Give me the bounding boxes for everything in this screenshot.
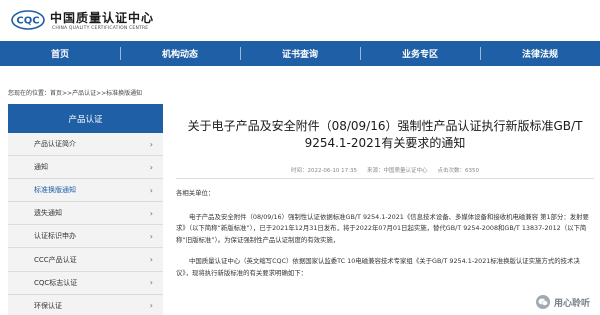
chevron-right-icon: › <box>149 255 153 265</box>
article-paragraph: 中国质量认证中心（英文缩写CQC）依据国家认监委TC 10电磁兼容技术专家组《关… <box>176 257 580 277</box>
sidebar-item-standard-update[interactable]: 标准换版通知 › <box>8 179 163 203</box>
sidebar-item-lost-notice[interactable]: 遗失通知 › <box>8 202 163 226</box>
article-source: 来源：中国质量认证中心 <box>367 168 428 174</box>
main-nav: 首页 机构动态 证书查询 业务专区 法律法规 <box>0 41 600 66</box>
breadcrumb-prefix: 您现在的位置： <box>8 90 51 97</box>
site-name-cn: 中国质量认证中心 <box>50 11 155 25</box>
chevron-right-icon: › <box>149 185 153 195</box>
sidebar-item-mark-application[interactable]: 认证标识申办 › <box>8 225 163 249</box>
sidebar-item-notices[interactable]: 通知 › <box>8 156 163 180</box>
breadcrumb-path[interactable]: 首页>>产品认证>>标准换版通知 <box>50 90 142 97</box>
sidebar: 产品认证 产品认证简介 › 通知 › 标准换版通知 › 遗失通知 › 认证标识申… <box>8 104 163 315</box>
sidebar-item-intro[interactable]: 产品认证简介 › <box>8 133 163 157</box>
sidebar-item-label: 认证标识申办 <box>34 232 76 241</box>
divider <box>176 178 594 179</box>
cqc-logo[interactable]: CQC <box>10 9 46 31</box>
logo-text: CQC <box>16 16 39 27</box>
chevron-right-icon: › <box>149 301 153 311</box>
sidebar-item-label: CCC产品认证 <box>34 255 77 264</box>
sidebar-item-cqc-mark[interactable]: CQC标志认证 › <box>8 272 163 295</box>
article-title: 关于电子产品及安全附件（08/09/16）强制性产品认证执行新版标准GB/T 9… <box>187 119 583 150</box>
watermark: 用心聆听 <box>535 295 590 309</box>
site-header: CQC 中国质量认证中心 CHINA QUALITY CERTIFICATION… <box>0 0 600 41</box>
nav-item-certificate-query[interactable]: 证书查询 <box>240 41 360 66</box>
article-paragraph: 电子产品及安全附件（08/09/16）强制性认证依据标准GB/T 9254.1-… <box>176 212 589 244</box>
sidebar-item-label: 标准换版通知 <box>34 186 76 195</box>
chevron-right-icon: › <box>149 208 153 218</box>
article-body: 各相关单位： 电子产品及安全附件（08/09/16）强制性认证依据标准GB/T … <box>176 188 594 289</box>
sidebar-item-label: 通知 <box>34 163 48 172</box>
sidebar-item-environmental[interactable]: 环保认证 › <box>8 295 163 315</box>
sidebar-item-label: CQC标志认证 <box>34 278 78 287</box>
nav-item-business[interactable]: 业务专区 <box>360 41 480 66</box>
article-time: 时间：2022-06-10 17:35 <box>290 168 358 174</box>
nav-item-news[interactable]: 机构动态 <box>120 41 240 66</box>
chevron-right-icon: › <box>149 162 153 172</box>
sidebar-item-label: 遗失通知 <box>34 209 62 218</box>
article-main: 关于电子产品及安全附件（08/09/16）强制性产品认证执行新版标准GB/T 9… <box>176 104 594 315</box>
wechat-icon <box>535 295 550 309</box>
breadcrumb: 您现在的位置：首页>>产品认证>>标准换版通知 <box>8 88 142 97</box>
article-views: 点击次数：6350 <box>437 168 480 174</box>
article-greeting: 各相关单位： <box>176 189 215 197</box>
chevron-right-icon: › <box>149 231 153 241</box>
chevron-right-icon: › <box>149 278 153 288</box>
sidebar-item-label: 产品认证简介 <box>34 140 76 149</box>
watermark-text: 用心聆听 <box>553 298 590 309</box>
sidebar-item-label: 环保认证 <box>34 301 62 310</box>
nav-item-home[interactable]: 首页 <box>0 41 120 66</box>
sidebar-title: 产品认证 <box>8 104 163 133</box>
site-name-en: CHINA QUALITY CERTIFICATION CENTRE <box>52 26 149 31</box>
nav-item-laws[interactable]: 法律法规 <box>480 41 600 66</box>
article-meta: 时间：2022-06-10 17:35 来源：中国质量认证中心 点击次数：6350 <box>176 166 594 174</box>
sidebar-item-ccc[interactable]: CCC产品认证 › <box>8 248 163 272</box>
chevron-right-icon: › <box>149 139 153 149</box>
